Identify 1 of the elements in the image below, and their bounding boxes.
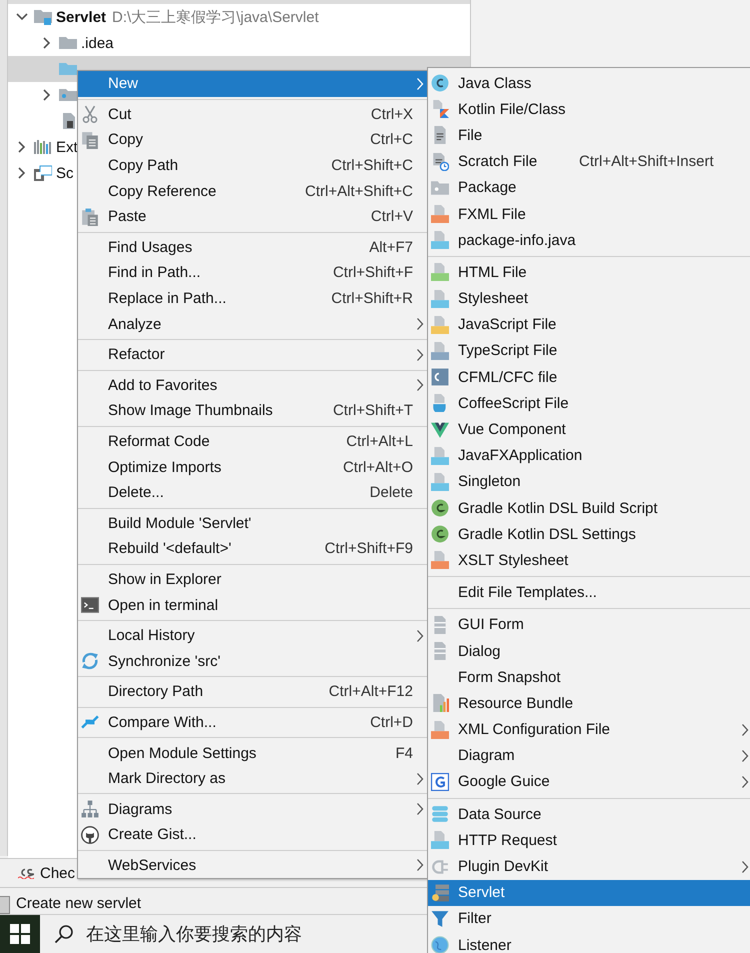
status-text: Create new servlet bbox=[16, 895, 142, 914]
